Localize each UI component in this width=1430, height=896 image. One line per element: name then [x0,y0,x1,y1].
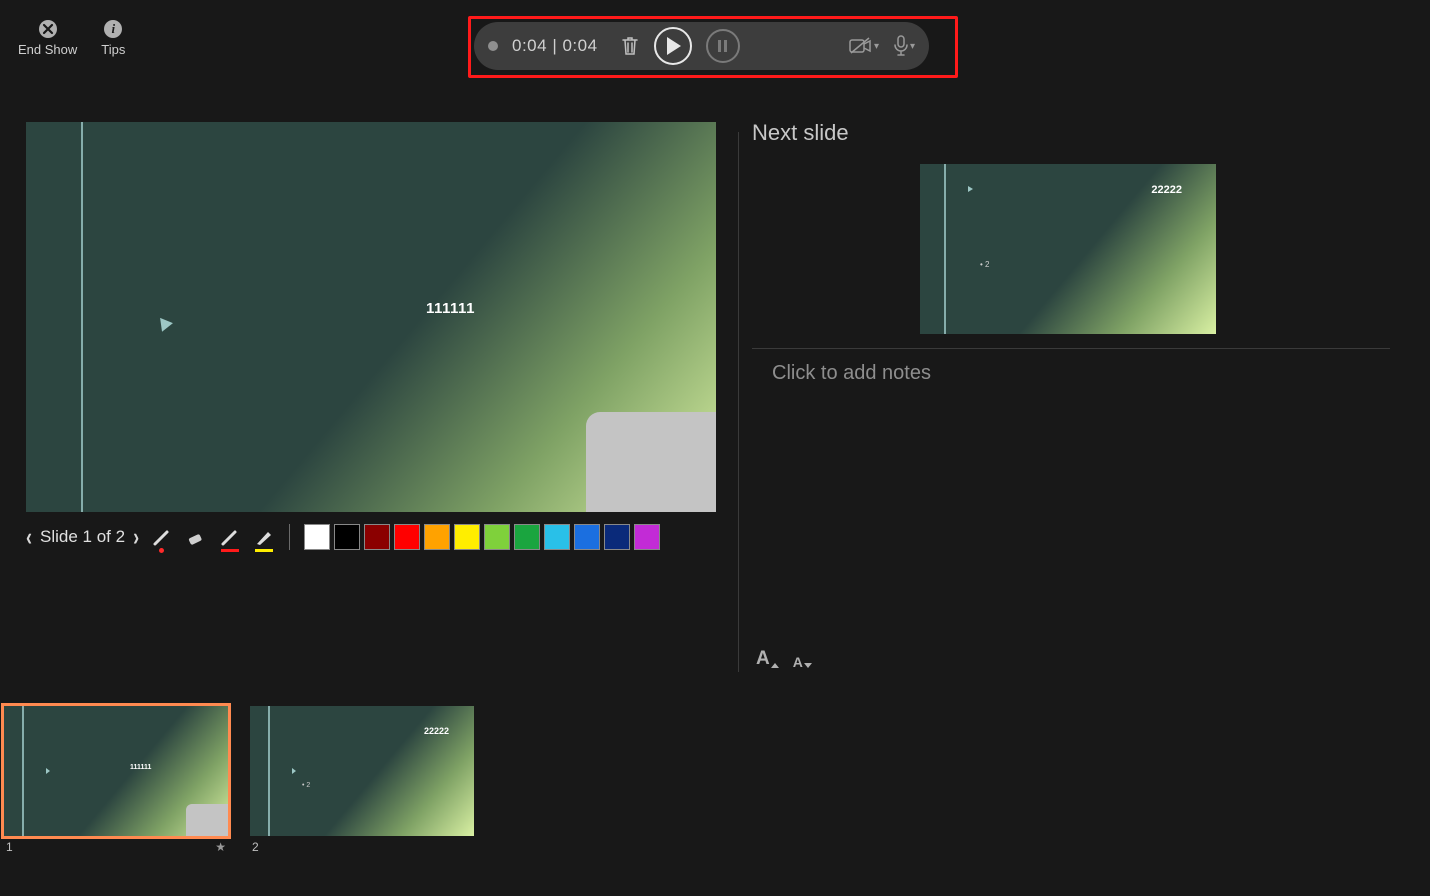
total-time: 0:04 [562,36,597,55]
prev-slide-button[interactable]: ‹ [26,522,32,551]
eraser-tool[interactable] [185,526,207,548]
chevron-down-icon: ▾ [910,41,915,52]
camera-toggle-button[interactable]: ▾ [849,37,879,55]
slide-arrow-shape [46,768,50,774]
thumb-number: 2 [252,840,259,854]
next-slide-button[interactable]: › [133,522,139,551]
current-slide-preview: 111111 [26,122,716,512]
color-swatch[interactable] [454,524,480,550]
end-show-label: End Show [18,42,77,57]
thumbnail[interactable]: 22222 • 2 2 [250,706,474,854]
pause-button[interactable] [706,29,740,63]
slide-arrow-shape [160,316,174,332]
color-swatch[interactable] [604,524,630,550]
chevron-down-icon: ▾ [874,41,879,52]
highlighter-tool[interactable] [253,526,275,548]
increase-font-button[interactable]: A [756,648,779,670]
font-small-glyph: A [793,654,803,670]
color-swatch[interactable] [634,524,660,550]
next-slide-bullet: • 2 [980,260,989,269]
color-swatch-row [304,524,660,550]
slide-title: 111111 [426,300,475,317]
next-slide-panel: Next slide 22222 • 2 [752,120,1390,160]
laser-pointer-tool[interactable] [151,526,173,548]
record-indicator-icon [488,41,498,51]
thumbnail[interactable]: 1111111★ [4,706,228,854]
close-icon [39,20,57,38]
next-slide-title: 22222 [1151,184,1182,196]
thumb-number: 1 [6,840,13,854]
info-icon: i [104,20,122,38]
recording-bar: 0:04 | 0:04 ▾ ▾ [474,22,929,70]
delete-recording-button[interactable] [620,35,640,57]
font-big-glyph: A [756,648,770,670]
notes-area[interactable]: Click to add notes [772,362,931,385]
triangle-down-icon [804,663,812,668]
slide-index-label: Slide 1 of 2 [40,527,125,547]
decrease-font-button[interactable]: A [793,648,812,670]
color-swatch[interactable] [574,524,600,550]
elapsed-time: 0:04 [512,36,547,55]
tips-label: Tips [101,42,125,57]
play-icon [667,37,681,55]
thumbnail-strip: 1111111★22222• 22 [4,706,474,854]
vertical-divider [738,132,739,672]
star-icon: ★ [215,840,226,854]
color-swatch[interactable] [364,524,390,550]
recording-time: 0:04 | 0:04 [512,36,598,56]
color-swatch[interactable] [514,524,540,550]
camera-overlay [186,804,228,836]
next-slide-label: Next slide [752,120,1390,146]
color-swatch[interactable] [394,524,420,550]
triangle-up-icon [771,663,779,668]
microphone-toggle-button[interactable]: ▾ [893,35,915,57]
end-show-button[interactable]: End Show [18,20,77,57]
next-slide-preview: 22222 • 2 [920,164,1216,334]
pause-icon [718,40,727,52]
color-swatch[interactable] [484,524,510,550]
color-swatch[interactable] [424,524,450,550]
thumb-title: 111111 [130,764,151,771]
thumb-title: 22222 [424,726,449,736]
color-swatch[interactable] [334,524,360,550]
pen-tool[interactable] [219,526,241,548]
color-swatch[interactable] [544,524,570,550]
slide-nav-toolbar: ‹ Slide 1 of 2 › [26,524,660,550]
horizontal-divider [752,348,1390,349]
toolbar-separator [289,524,290,550]
slide-arrow-shape [968,186,973,192]
color-swatch[interactable] [304,524,330,550]
tips-button[interactable]: i Tips [101,20,125,57]
play-button[interactable] [654,27,692,65]
thumb-bullet: • 2 [302,782,310,789]
camera-overlay [586,412,716,512]
slide-arrow-shape [292,768,296,774]
